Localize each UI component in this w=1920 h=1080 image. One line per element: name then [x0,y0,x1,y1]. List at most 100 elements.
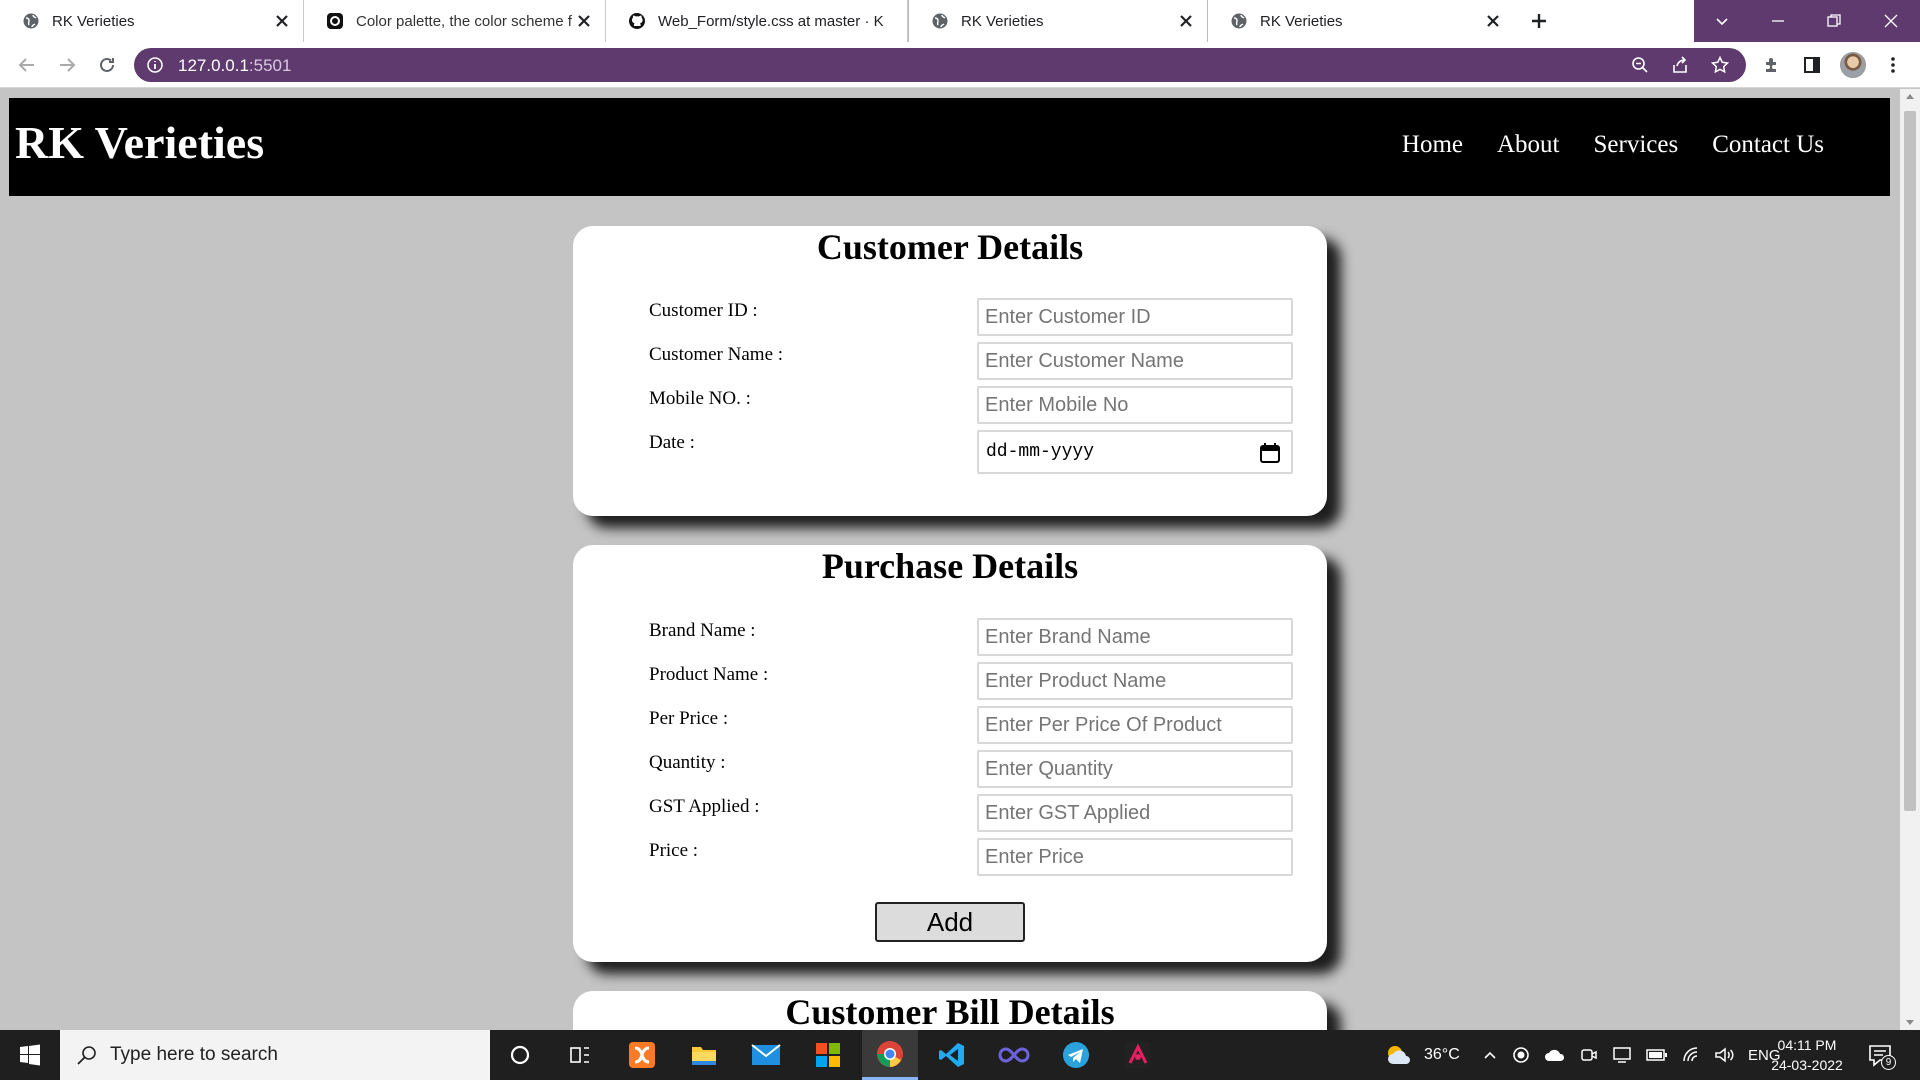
windows-taskbar: Type here to search 36°C ENG 04:11 PM 24… [0,1030,1920,1080]
scrcpy-icon[interactable] [1110,1030,1166,1080]
page-scrollbar[interactable] [1900,89,1920,1030]
arrow-right-icon [60,58,76,72]
mobile-input[interactable] [977,386,1293,424]
close-tab-icon[interactable] [273,12,291,30]
meet-now-icon[interactable] [1580,1046,1598,1064]
infinity-icon[interactable] [986,1030,1042,1080]
globe-icon [22,12,40,30]
browser-tab-strip: RK Verieties Color palette, the color sc… [0,0,1920,42]
tab-title: RK Verieties [52,12,135,30]
gst-applied-input[interactable] [977,794,1293,832]
new-tab-button[interactable] [1514,0,1564,42]
nav-about[interactable]: About [1497,131,1560,159]
info-icon[interactable] [146,56,164,74]
share-icon[interactable] [1670,55,1690,75]
taskbar-clock[interactable]: 04:11 PM 24-03-2022 [1752,1035,1862,1075]
forward-button[interactable] [52,50,82,80]
taskbar-search-box[interactable]: Type here to search [60,1030,490,1080]
arrow-left-icon [18,58,34,72]
extensions-icon[interactable] [1759,52,1785,78]
purchase-details-title: Purchase Details [821,546,1079,586]
zoom-icon[interactable] [1630,55,1650,75]
battery-icon[interactable] [1646,1048,1668,1062]
nav-contact-us[interactable]: Contact Us [1712,131,1824,159]
close-tab-icon[interactable] [1177,12,1195,30]
customer-bill-details-card: Customer Bill Details [573,991,1327,1030]
system-tray: ENG [1482,1030,1781,1080]
side-panel-icon[interactable] [1799,52,1825,78]
volume-icon[interactable] [1714,1046,1734,1064]
add-button[interactable]: Add [875,902,1025,942]
site-header: RK Verieties Home About Services Contact… [9,98,1890,196]
date-input[interactable]: dd-mm-yyyy [977,430,1293,474]
task-view-icon[interactable] [552,1030,608,1080]
per-price-input[interactable] [977,706,1293,744]
page-viewport: RK Verieties Home About Services Contact… [0,89,1900,1030]
mobile-label: Mobile NO. : [649,388,751,409]
url-host: 127.0.0.1 [178,56,249,75]
scrollbar-thumb[interactable] [1904,111,1916,811]
search-icon [77,1046,96,1065]
globe-icon [1230,12,1248,30]
form-row-customer-name: Customer Name : [649,342,1293,382]
notification-count: 9 [1881,1055,1896,1070]
close-icon [1884,14,1898,28]
back-button[interactable] [12,50,42,80]
nav-services[interactable]: Services [1594,131,1679,159]
reload-button[interactable] [92,50,122,80]
nav-home[interactable]: Home [1402,131,1463,159]
browser-tab-2[interactable]: Color palette, the color scheme f [304,0,606,42]
chevron-up-icon[interactable] [1482,1047,1498,1063]
customer-id-input[interactable] [977,298,1293,336]
url-port: :5501 [248,56,292,75]
telegram-icon[interactable] [1048,1030,1104,1080]
close-tab-icon[interactable] [1484,12,1502,30]
tab-search-button[interactable] [1694,0,1750,42]
close-tab-icon[interactable] [575,12,593,30]
file-explorer-icon[interactable] [676,1030,732,1080]
cortana-icon[interactable] [492,1030,548,1080]
weather-temperature: 36°C [1424,1046,1460,1063]
chrome-icon[interactable] [862,1030,918,1080]
restore-button[interactable] [1806,0,1862,42]
weather-widget[interactable]: 36°C [1384,1030,1460,1080]
customer-details-card: Customer Details Customer ID : Customer … [573,226,1327,516]
onedrive-cloud-icon[interactable] [1544,1047,1566,1063]
site-brand[interactable]: RK Verieties [15,116,264,169]
notification-center[interactable]: 9 [1866,1041,1896,1071]
mail-icon[interactable] [738,1030,794,1080]
xampp-icon[interactable] [614,1030,670,1080]
address-bar[interactable]: 127.0.0.1:5501 [134,48,1746,82]
form-row-product-name: Product Name : [649,662,1293,702]
product-name-input[interactable] [977,662,1293,700]
scroll-down-icon[interactable] [1906,1020,1914,1025]
display-icon[interactable] [1612,1046,1632,1064]
customer-id-label: Customer ID : [649,300,758,321]
quantity-input[interactable] [977,750,1293,788]
profile-avatar[interactable] [1840,52,1866,78]
start-button[interactable] [0,1030,60,1080]
browser-tab-5[interactable]: RK Verieties [1208,0,1514,42]
record-icon[interactable] [1512,1046,1530,1064]
store-icon[interactable] [800,1030,856,1080]
wifi-icon[interactable] [1682,1046,1700,1064]
bookmark-star-icon[interactable] [1710,55,1730,75]
vscode-icon[interactable] [924,1030,980,1080]
calendar-icon[interactable] [1259,442,1281,464]
scroll-up-icon[interactable] [1906,94,1914,99]
github-icon [628,12,646,30]
clock-date: 24-03-2022 [1771,1057,1843,1073]
brand-name-input[interactable] [977,618,1293,656]
browser-tab-1[interactable]: RK Verieties [0,0,304,42]
price-input[interactable] [977,838,1293,876]
url-text[interactable]: 127.0.0.1:5501 [178,56,291,76]
minimize-icon [1772,20,1784,22]
more-menu-icon[interactable] [1880,52,1906,78]
browser-tab-3[interactable]: Web_Form/style.css at master · K [606,0,908,42]
close-window-button[interactable] [1862,0,1920,42]
customer-name-input[interactable] [977,342,1293,380]
browser-tab-4-active[interactable]: RK Verieties [908,0,1208,42]
minimize-button[interactable] [1750,0,1806,42]
quantity-label: Quantity : [649,752,726,773]
coolors-icon [326,12,344,30]
